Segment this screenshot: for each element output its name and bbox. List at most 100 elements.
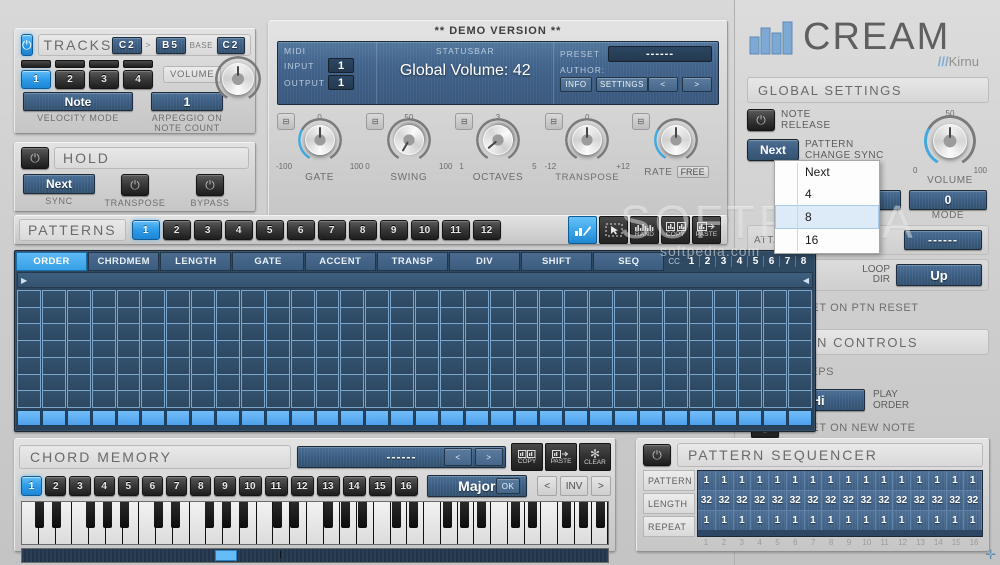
seq-length-cell[interactable]: 32 <box>946 491 965 510</box>
grid-cell[interactable] <box>564 290 589 308</box>
piano-black-key[interactable] <box>153 502 163 528</box>
piano-black-key[interactable] <box>409 502 419 528</box>
grid-cell[interactable] <box>265 391 290 409</box>
piano-white-key[interactable] <box>256 502 274 544</box>
grid-cell[interactable] <box>763 290 788 308</box>
grid-cell[interactable] <box>141 324 166 342</box>
order-step-cell[interactable] <box>688 410 713 426</box>
paste-tool-button[interactable]: PASTE <box>692 216 721 244</box>
grid-cell[interactable] <box>713 391 738 409</box>
grid-cell[interactable] <box>340 357 365 375</box>
grid-cell[interactable] <box>91 391 116 409</box>
grid-cell[interactable] <box>116 341 141 358</box>
grid-cell[interactable] <box>514 374 539 392</box>
grid-cell[interactable] <box>464 374 489 392</box>
grid-cell[interactable] <box>116 307 141 325</box>
piano-black-key[interactable] <box>289 502 299 528</box>
keyboard-range-strip[interactable] <box>21 548 609 563</box>
range-low-value[interactable]: C2 <box>112 36 143 54</box>
grid-cell[interactable] <box>116 391 141 409</box>
grid-cell[interactable] <box>17 307 41 325</box>
grid-cell[interactable] <box>763 357 788 375</box>
order-step-cell[interactable] <box>17 410 41 426</box>
piano-white-key[interactable] <box>541 502 558 544</box>
seq-length-cell[interactable]: 32 <box>769 491 787 510</box>
editor-grid[interactable] <box>17 290 813 409</box>
grid-cell[interactable] <box>489 357 514 375</box>
tab-transp[interactable]: TRANSP <box>376 252 448 271</box>
info-button[interactable]: INFO <box>560 77 592 92</box>
grid-cell[interactable] <box>514 357 539 375</box>
grid-cell[interactable] <box>688 391 713 409</box>
grid-cell[interactable] <box>663 307 688 325</box>
transpose-knob[interactable] <box>572 125 603 155</box>
grid-cell[interactable] <box>738 374 763 392</box>
grid-cell[interactable] <box>41 307 66 325</box>
grid-cell[interactable] <box>141 374 166 392</box>
grid-cell[interactable] <box>166 324 191 342</box>
grid-column[interactable] <box>763 290 788 409</box>
grid-cell[interactable] <box>439 391 464 409</box>
grid-cell[interactable] <box>91 341 116 358</box>
grid-cell[interactable] <box>166 307 191 325</box>
seq-length-cell[interactable]: 32 <box>715 491 734 510</box>
grid-cell[interactable] <box>638 307 663 325</box>
grid-cell[interactable] <box>116 290 141 308</box>
piano-black-key[interactable] <box>358 502 368 528</box>
order-step-cell[interactable] <box>66 410 91 426</box>
grid-cell[interactable] <box>166 374 191 392</box>
grid-cell[interactable] <box>290 307 315 325</box>
grid-column[interactable] <box>91 290 116 409</box>
chord-ok-button[interactable]: OK <box>496 478 521 494</box>
piano-black-key[interactable] <box>477 502 487 528</box>
loop-dir-value[interactable]: Up <box>896 264 982 286</box>
midi-input-value[interactable]: 1 <box>328 58 354 73</box>
grid-cell[interactable] <box>489 391 514 409</box>
mode-value[interactable]: 0 <box>909 190 987 210</box>
grid-cell[interactable] <box>315 357 340 375</box>
menu-item-next[interactable]: Next <box>775 161 879 183</box>
grid-cell[interactable] <box>390 307 414 325</box>
grid-cell[interactable] <box>390 341 414 358</box>
menu-item-8[interactable]: 8 <box>775 205 879 229</box>
seq-length-cell[interactable]: 32 <box>964 491 982 510</box>
grid-cell[interactable] <box>17 324 41 342</box>
hold-bypass-power-button[interactable]: ⏻ <box>196 174 224 196</box>
seq-pattern-cell[interactable]: 1 <box>928 471 947 490</box>
piano-black-key[interactable] <box>511 502 521 528</box>
seq-pattern-cell[interactable]: 1 <box>893 471 911 490</box>
grid-cell[interactable] <box>788 374 812 392</box>
seq-repeat-cell[interactable]: 1 <box>911 511 929 530</box>
chord-slot-9[interactable]: 9 <box>214 476 236 496</box>
piano-white-key[interactable] <box>373 502 391 544</box>
grid-cell[interactable] <box>539 307 564 325</box>
track-button-1[interactable]: 1 <box>21 60 51 89</box>
grid-cell[interactable] <box>738 391 763 409</box>
pattern-button-3[interactable]: 3 <box>193 220 222 240</box>
piano-black-key[interactable] <box>392 502 402 528</box>
grid-cell[interactable] <box>763 374 788 392</box>
grid-cell[interactable] <box>240 290 265 308</box>
grid-cell[interactable] <box>614 324 638 342</box>
grid-cell[interactable] <box>663 290 688 308</box>
seq-pattern-cell[interactable]: 1 <box>946 471 965 490</box>
grid-cell[interactable] <box>240 324 265 342</box>
grid-column[interactable] <box>464 290 489 409</box>
rate-mode-badge[interactable]: FREE <box>676 166 709 178</box>
piano-black-key[interactable] <box>272 502 282 528</box>
order-step-cell[interactable] <box>464 410 489 426</box>
piano-black-key[interactable] <box>102 502 112 528</box>
order-step-cell[interactable] <box>788 410 812 426</box>
grid-cell[interactable] <box>713 290 738 308</box>
grid-cell[interactable] <box>589 374 613 392</box>
grid-cell[interactable] <box>216 290 240 308</box>
grid-cell[interactable] <box>763 391 788 409</box>
grid-cell[interactable] <box>265 324 290 342</box>
order-step-cell[interactable] <box>638 410 663 426</box>
pattern-change-sync-value[interactable]: Next <box>747 139 799 161</box>
transpose-lock-icon[interactable]: ⊟ <box>544 113 563 130</box>
cc-button-1[interactable]: 1 <box>684 256 700 267</box>
tracks-power-button[interactable]: ⏻ <box>21 34 33 56</box>
grid-cell[interactable] <box>489 290 514 308</box>
seq-repeat-cell[interactable]: 1 <box>804 511 823 530</box>
